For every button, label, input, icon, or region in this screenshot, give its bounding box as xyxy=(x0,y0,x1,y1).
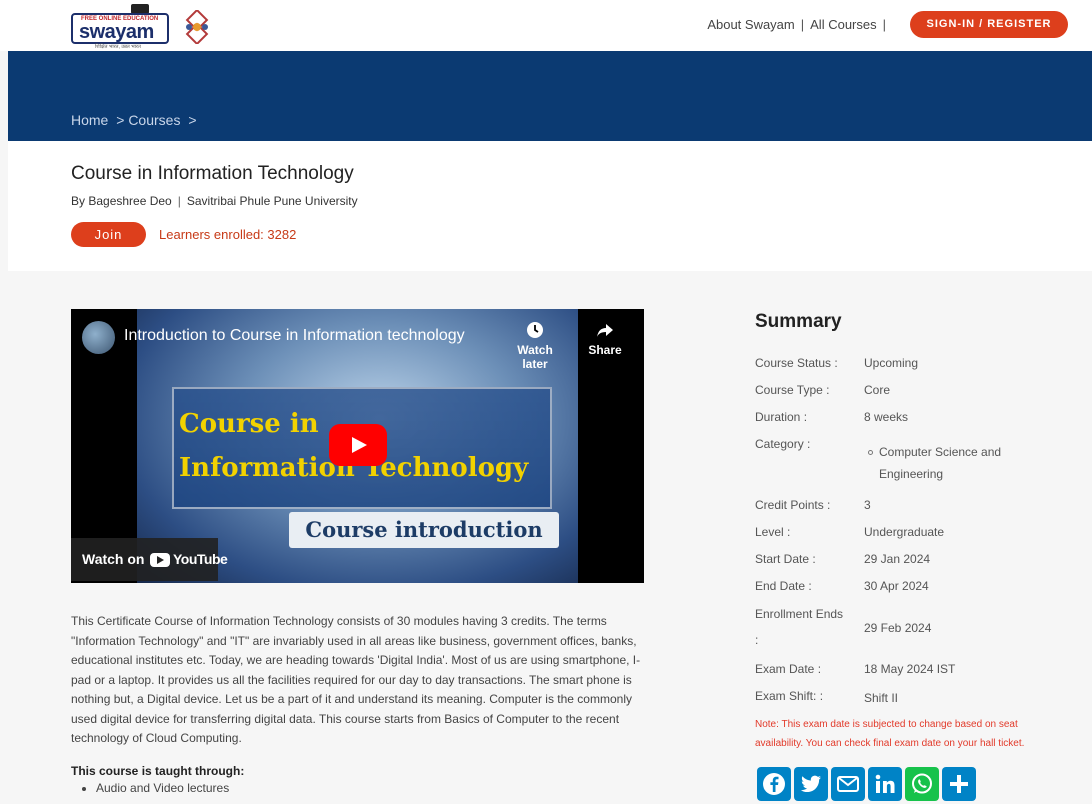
taught-through-heading: This course is taught through: xyxy=(71,764,245,778)
share-button[interactable]: Share xyxy=(585,321,625,357)
video-player[interactable]: Course in Information Technology Course … xyxy=(71,309,644,583)
logo-subtitle: शिक्षित भारत, उन्नत भारत xyxy=(95,44,141,50)
exam-date-value: 18 May 2024 IST xyxy=(864,662,956,676)
course-institution: Savitribai Phule Pune University xyxy=(186,194,358,208)
course-title: Course in Information Technology xyxy=(71,163,354,184)
nav-separator: | xyxy=(882,17,886,32)
exam-shift-value: Shift II xyxy=(864,691,899,705)
learners-enrolled: Learners enrolled: 3282 xyxy=(159,227,297,242)
ministry-emblem-icon xyxy=(185,10,209,44)
category-bullet xyxy=(868,450,873,455)
breadcrumb-home[interactable]: Home xyxy=(71,112,108,128)
level-value: Undergraduate xyxy=(864,525,945,539)
video-title[interactable]: Introduction to Course in Information te… xyxy=(124,327,465,345)
facebook-share-button[interactable] xyxy=(757,767,791,801)
more-share-button[interactable] xyxy=(942,767,976,801)
share-arrow-icon xyxy=(597,324,613,337)
list-item: Audio and Video lectures xyxy=(96,781,229,795)
level-label: Level : xyxy=(755,525,791,539)
social-share-bar xyxy=(757,767,976,804)
end-date-value: 30 Apr 2024 xyxy=(864,579,929,593)
course-status-value: Upcoming xyxy=(864,356,919,370)
play-button[interactable] xyxy=(329,424,387,466)
course-status-label: Course Status : xyxy=(755,356,838,370)
breadcrumb-courses[interactable]: > Courses xyxy=(116,112,180,128)
share-label: Share xyxy=(588,343,622,357)
signin-register-button[interactable]: SIGN-IN / REGISTER xyxy=(910,11,1068,38)
byline-separator: | xyxy=(177,194,181,208)
nav-all-courses[interactable]: All Courses xyxy=(810,17,876,32)
watch-on-youtube-button[interactable]: Watch on YouTube xyxy=(71,538,228,581)
exam-date-label: Exam Date : xyxy=(755,662,822,676)
logo-wordmark: swayam xyxy=(79,21,154,43)
enrollment-ends-label: Enrollment Ends xyxy=(755,607,844,621)
channel-avatar[interactable] xyxy=(82,321,115,354)
enrollment-ends-value: 29 Feb 2024 xyxy=(864,621,932,635)
linkedin-icon xyxy=(875,774,895,793)
linkedin-share-button[interactable] xyxy=(868,767,902,801)
clock-icon xyxy=(527,322,543,338)
hero-banner: Home > Courses > xyxy=(8,51,1092,141)
start-date-value: 29 Jan 2024 xyxy=(864,552,931,566)
logo-frame: FREE ONLINE EDUCATION swayam शिक्षित भार… xyxy=(71,13,169,50)
course-instructor: By Bageshree Deo xyxy=(71,194,172,208)
whatsapp-share-button[interactable] xyxy=(905,767,939,801)
course-type-label: Course Type : xyxy=(755,383,830,397)
nav-separator: | xyxy=(800,17,805,32)
join-button[interactable]: Join xyxy=(71,222,146,247)
nav-about-swayam[interactable]: About Swayam xyxy=(707,17,794,32)
email-icon xyxy=(837,776,859,792)
watch-later-label: Watch later xyxy=(517,343,553,371)
breadcrumb-current: > xyxy=(188,112,197,128)
breadcrumb: Home > Courses > xyxy=(71,112,201,128)
email-share-button[interactable] xyxy=(831,767,865,801)
exam-shift-label: Exam Shift: : xyxy=(755,689,824,703)
category-label: Category : xyxy=(755,437,811,451)
duration-label: Duration : xyxy=(755,410,808,424)
exam-date-note: Note: This exam date is subjected to cha… xyxy=(755,719,1025,749)
category-value: Computer Science and Engineering xyxy=(879,445,1002,481)
summary-title: Summary xyxy=(755,311,842,332)
watch-on-label: Watch on xyxy=(82,551,145,567)
video-caption-line1: Course in xyxy=(179,409,319,439)
watch-later-button[interactable]: Watch later xyxy=(503,321,567,371)
enrollment-ends-colon: : xyxy=(755,633,759,647)
top-nav: About Swayam | All Courses | xyxy=(707,17,892,32)
course-byline: By Bageshree Deo | Savitribai Phule Pune U… xyxy=(71,194,358,208)
end-date-label: End Date : xyxy=(755,579,812,593)
whatsapp-icon xyxy=(912,773,932,794)
credit-points-value: 3 xyxy=(864,498,871,512)
course-description: This Certificate Course of Information T… xyxy=(71,614,641,745)
twitter-share-button[interactable] xyxy=(794,767,828,801)
video-caption-intro: Course introduction xyxy=(289,512,559,548)
share-plus-icon xyxy=(950,775,968,793)
duration-value: 8 weeks xyxy=(864,410,909,424)
swayam-logo[interactable]: FREE ONLINE EDUCATION swayam शिक्षित भार… xyxy=(71,4,169,50)
twitter-icon xyxy=(800,775,821,792)
credit-points-label: Credit Points : xyxy=(755,498,831,512)
facebook-icon xyxy=(763,773,785,795)
taught-through-list: Audio and Video lectures xyxy=(96,781,229,795)
course-type-value: Core xyxy=(864,383,891,397)
start-date-label: Start Date : xyxy=(755,552,816,566)
youtube-play-icon xyxy=(150,553,170,567)
top-header: FREE ONLINE EDUCATION swayam शिक्षित भार… xyxy=(0,0,1092,51)
youtube-wordmark: YouTube xyxy=(173,551,228,567)
